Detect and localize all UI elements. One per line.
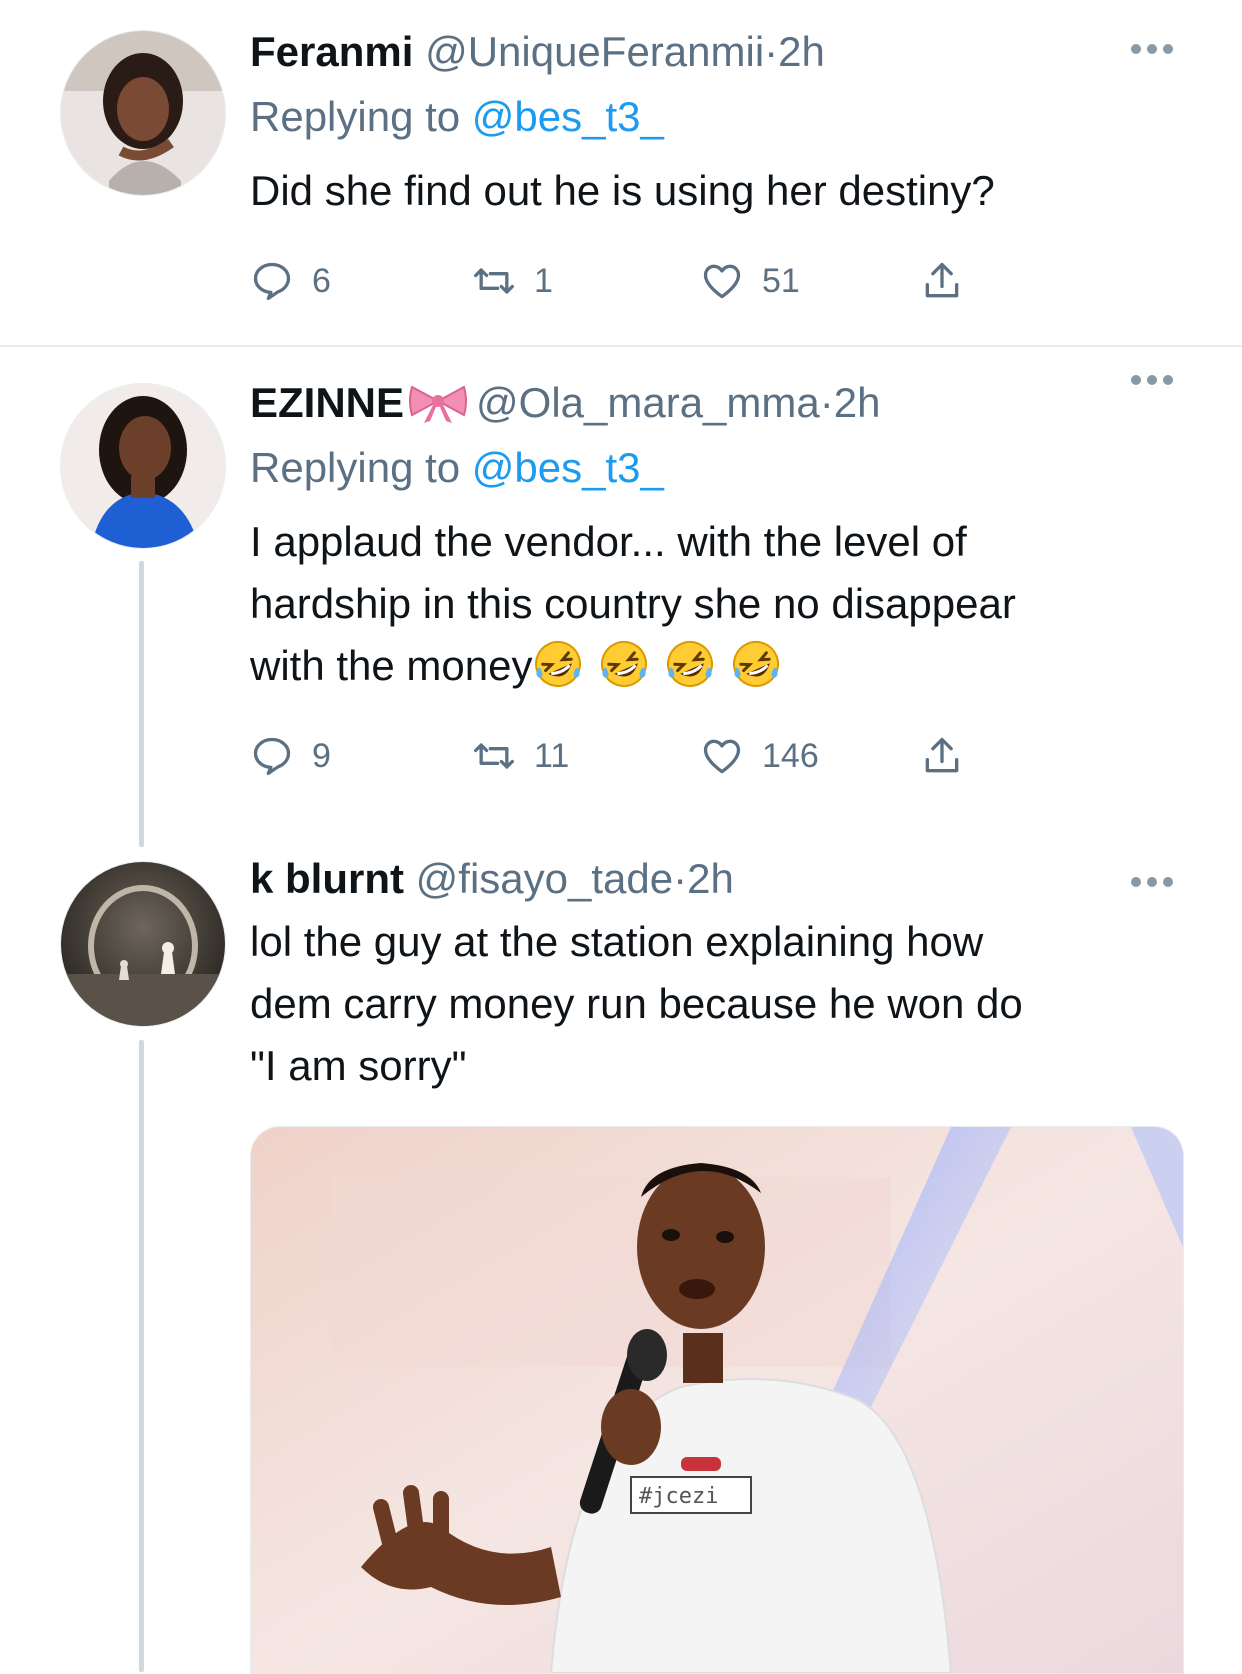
retweet-button[interactable]: 11 [472,731,569,781]
retweet-icon [474,743,514,769]
share-icon [925,262,959,298]
display-name[interactable]: k blurnt [250,855,404,902]
tweet-text: Did she find out he is using her destiny… [250,167,995,214]
avatar-feranmi[interactable] [60,30,226,196]
heart-icon [703,264,741,299]
share-button[interactable] [920,731,964,781]
more-options-icon[interactable] [1128,875,1176,889]
replying-to-link[interactable]: @bes_t3_ [472,444,664,491]
like-count: 146 [762,736,819,775]
avatar-ezinne[interactable] [60,383,226,549]
tweet-text-line: with the money [250,635,1190,697]
retweet-icon [474,268,514,294]
retweet-count: 1 [534,261,553,300]
replying-prefix: Replying to [250,93,461,140]
tweet-text-line-3: with the money [250,642,533,689]
like-button[interactable]: 51 [700,256,800,306]
reply-icon [253,262,291,301]
tweet-ezinne[interactable]: EZINNE @Ola_mara_mma·2h Replying to @bes… [0,347,1242,847]
more-options-icon[interactable] [1128,42,1176,56]
tweet-text-line: hardship in this country she no disappea… [250,580,1016,627]
retweet-count: 11 [534,736,570,775]
tweet-actions: 6 1 51 [250,256,1030,306]
separator: · [819,379,834,426]
separator: · [764,28,779,75]
tweet-text: lol the guy at the station explaining ho… [250,911,1190,1097]
tweet-k-blurnt[interactable]: k blurnt @fisayo_tade·2h lol the guy at … [0,807,1242,1674]
timestamp[interactable]: 2h [834,379,881,426]
tweet-text: I applaud the vendor... with the level o… [250,511,1190,697]
display-name[interactable]: Feranmi [250,28,413,75]
replying-prefix: Replying to [250,444,461,491]
like-count: 51 [762,261,800,300]
avatar-k-blurnt[interactable] [60,861,226,1027]
reply-button[interactable]: 6 [250,256,331,306]
heart-icon [703,739,741,774]
replying-to-link[interactable]: @bes_t3_ [472,93,664,140]
tweet-header: EZINNE @Ola_mara_mma·2h [250,377,1190,429]
tweet-header: k blurnt @fisayo_tade·2h [250,853,1190,905]
shirt-print-text: #jcezi [639,1484,718,1509]
tweet-text-line: I applaud the vendor... with the level o… [250,518,967,565]
thread-line-top [139,807,144,847]
tweet-text-line: "I am sorry" [250,1042,467,1089]
tweet-header: Feranmi @UniqueFeranmii·2h [250,26,1190,78]
thread-line [139,1040,144,1672]
like-button[interactable]: 146 [700,731,819,781]
username[interactable]: @UniqueFeranmii [425,28,764,75]
username[interactable]: @fisayo_tade [416,855,673,902]
bow-icon [409,385,468,423]
thread-line [139,561,144,841]
laughing-emoji-icon [667,641,714,687]
retweet-button[interactable]: 1 [472,256,553,306]
reply-count: 6 [312,261,331,300]
tweet-text-line: dem carry money run because he won do [250,980,1023,1027]
username[interactable]: @Ola_mara_mma [476,379,820,426]
share-button[interactable] [920,256,964,306]
laughing-emoji-icon [601,641,648,687]
share-icon [925,737,959,773]
more-options-icon[interactable] [1128,373,1176,387]
tweet-text-line: lol the guy at the station explaining ho… [250,918,984,965]
timestamp[interactable]: 2h [778,28,825,75]
tweet-media-image[interactable]: #jcezi [250,1126,1184,1674]
reply-icon [253,737,291,776]
separator: · [673,855,688,902]
laughing-emoji-group [532,641,796,689]
laughing-emoji-icon [535,641,582,687]
display-name[interactable]: EZINNE [250,379,404,426]
tweet-feranmi[interactable]: Feranmi @UniqueFeranmii·2h Replying to @… [0,0,1242,330]
laughing-emoji-icon [733,641,780,687]
reply-count: 9 [312,736,331,775]
replying-to: Replying to @bes_t3_ [250,86,1190,148]
reply-button[interactable]: 9 [250,731,331,781]
replying-to: Replying to @bes_t3_ [250,437,1190,499]
tweet-actions: 9 11 146 [250,731,1030,781]
timestamp[interactable]: 2h [687,855,734,902]
